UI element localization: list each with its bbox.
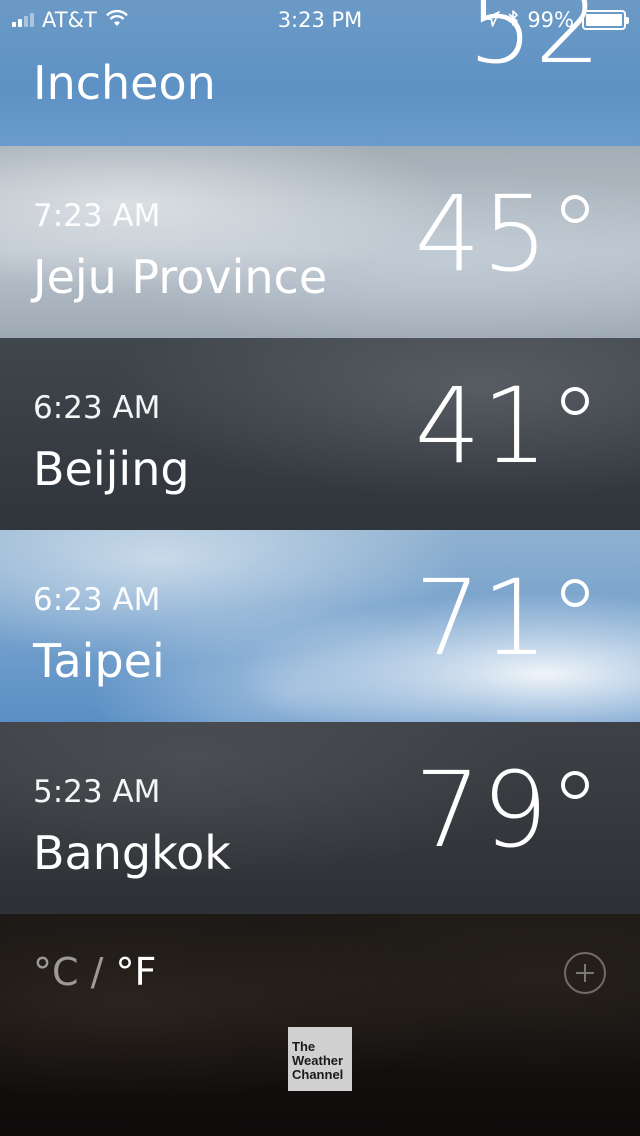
location-arrow-icon bbox=[484, 8, 501, 32]
battery-icon bbox=[582, 10, 629, 30]
city-name: Incheon bbox=[33, 56, 216, 110]
unit-toggle-button[interactable]: °C / °F bbox=[33, 950, 156, 994]
status-bar-right: 99% bbox=[484, 8, 640, 32]
carrier-label: AT&T bbox=[42, 8, 97, 32]
city-local-time: 6:23 AM bbox=[33, 582, 161, 618]
city-name: Jeju Province bbox=[33, 250, 328, 304]
city-local-time: 7:23 AM bbox=[33, 198, 161, 234]
status-bar-left: AT&T bbox=[0, 8, 129, 32]
battery-level bbox=[586, 14, 622, 26]
city-temperature: 79° bbox=[414, 749, 602, 871]
bluetooth-icon bbox=[508, 8, 519, 32]
city-name: Bangkok bbox=[33, 826, 231, 880]
logo-line: The bbox=[292, 1039, 316, 1054]
city-name: Taipei bbox=[33, 634, 165, 688]
city-row-bangkok[interactable]: 5:23 AM Bangkok 79° bbox=[0, 722, 640, 914]
city-row-jeju-province[interactable]: 7:23 AM Jeju Province 45° bbox=[0, 146, 640, 338]
city-name: Beijing bbox=[33, 442, 190, 496]
logo-line: Channel bbox=[292, 1067, 344, 1082]
city-temperature: 71° bbox=[414, 557, 602, 679]
city-row-beijing[interactable]: 6:23 AM Beijing 41° bbox=[0, 338, 640, 530]
city-temperature: 41° bbox=[414, 365, 602, 487]
status-bar: AT&T 3:23 PM 99% bbox=[0, 0, 640, 40]
fahrenheit-label: °F bbox=[115, 950, 157, 994]
celsius-label: °C bbox=[33, 950, 79, 994]
wifi-icon bbox=[105, 8, 129, 32]
logo-line: Weather bbox=[292, 1053, 344, 1068]
city-local-time: 5:23 AM bbox=[33, 774, 161, 810]
unit-separator: / bbox=[90, 950, 104, 994]
signal-icon bbox=[12, 13, 34, 27]
city-temperature: 45° bbox=[414, 173, 602, 295]
city-row-taipei[interactable]: 6:23 AM Taipei 71° bbox=[0, 530, 640, 722]
weather-channel-logo[interactable]: The Weather Channel bbox=[288, 1027, 352, 1091]
footer: °C / °F The Weather Channel bbox=[0, 914, 640, 1136]
battery-percent: 99% bbox=[527, 8, 574, 32]
city-local-time: 6:23 AM bbox=[33, 390, 161, 426]
add-city-button[interactable] bbox=[564, 952, 606, 994]
plus-circle-icon bbox=[576, 964, 594, 982]
